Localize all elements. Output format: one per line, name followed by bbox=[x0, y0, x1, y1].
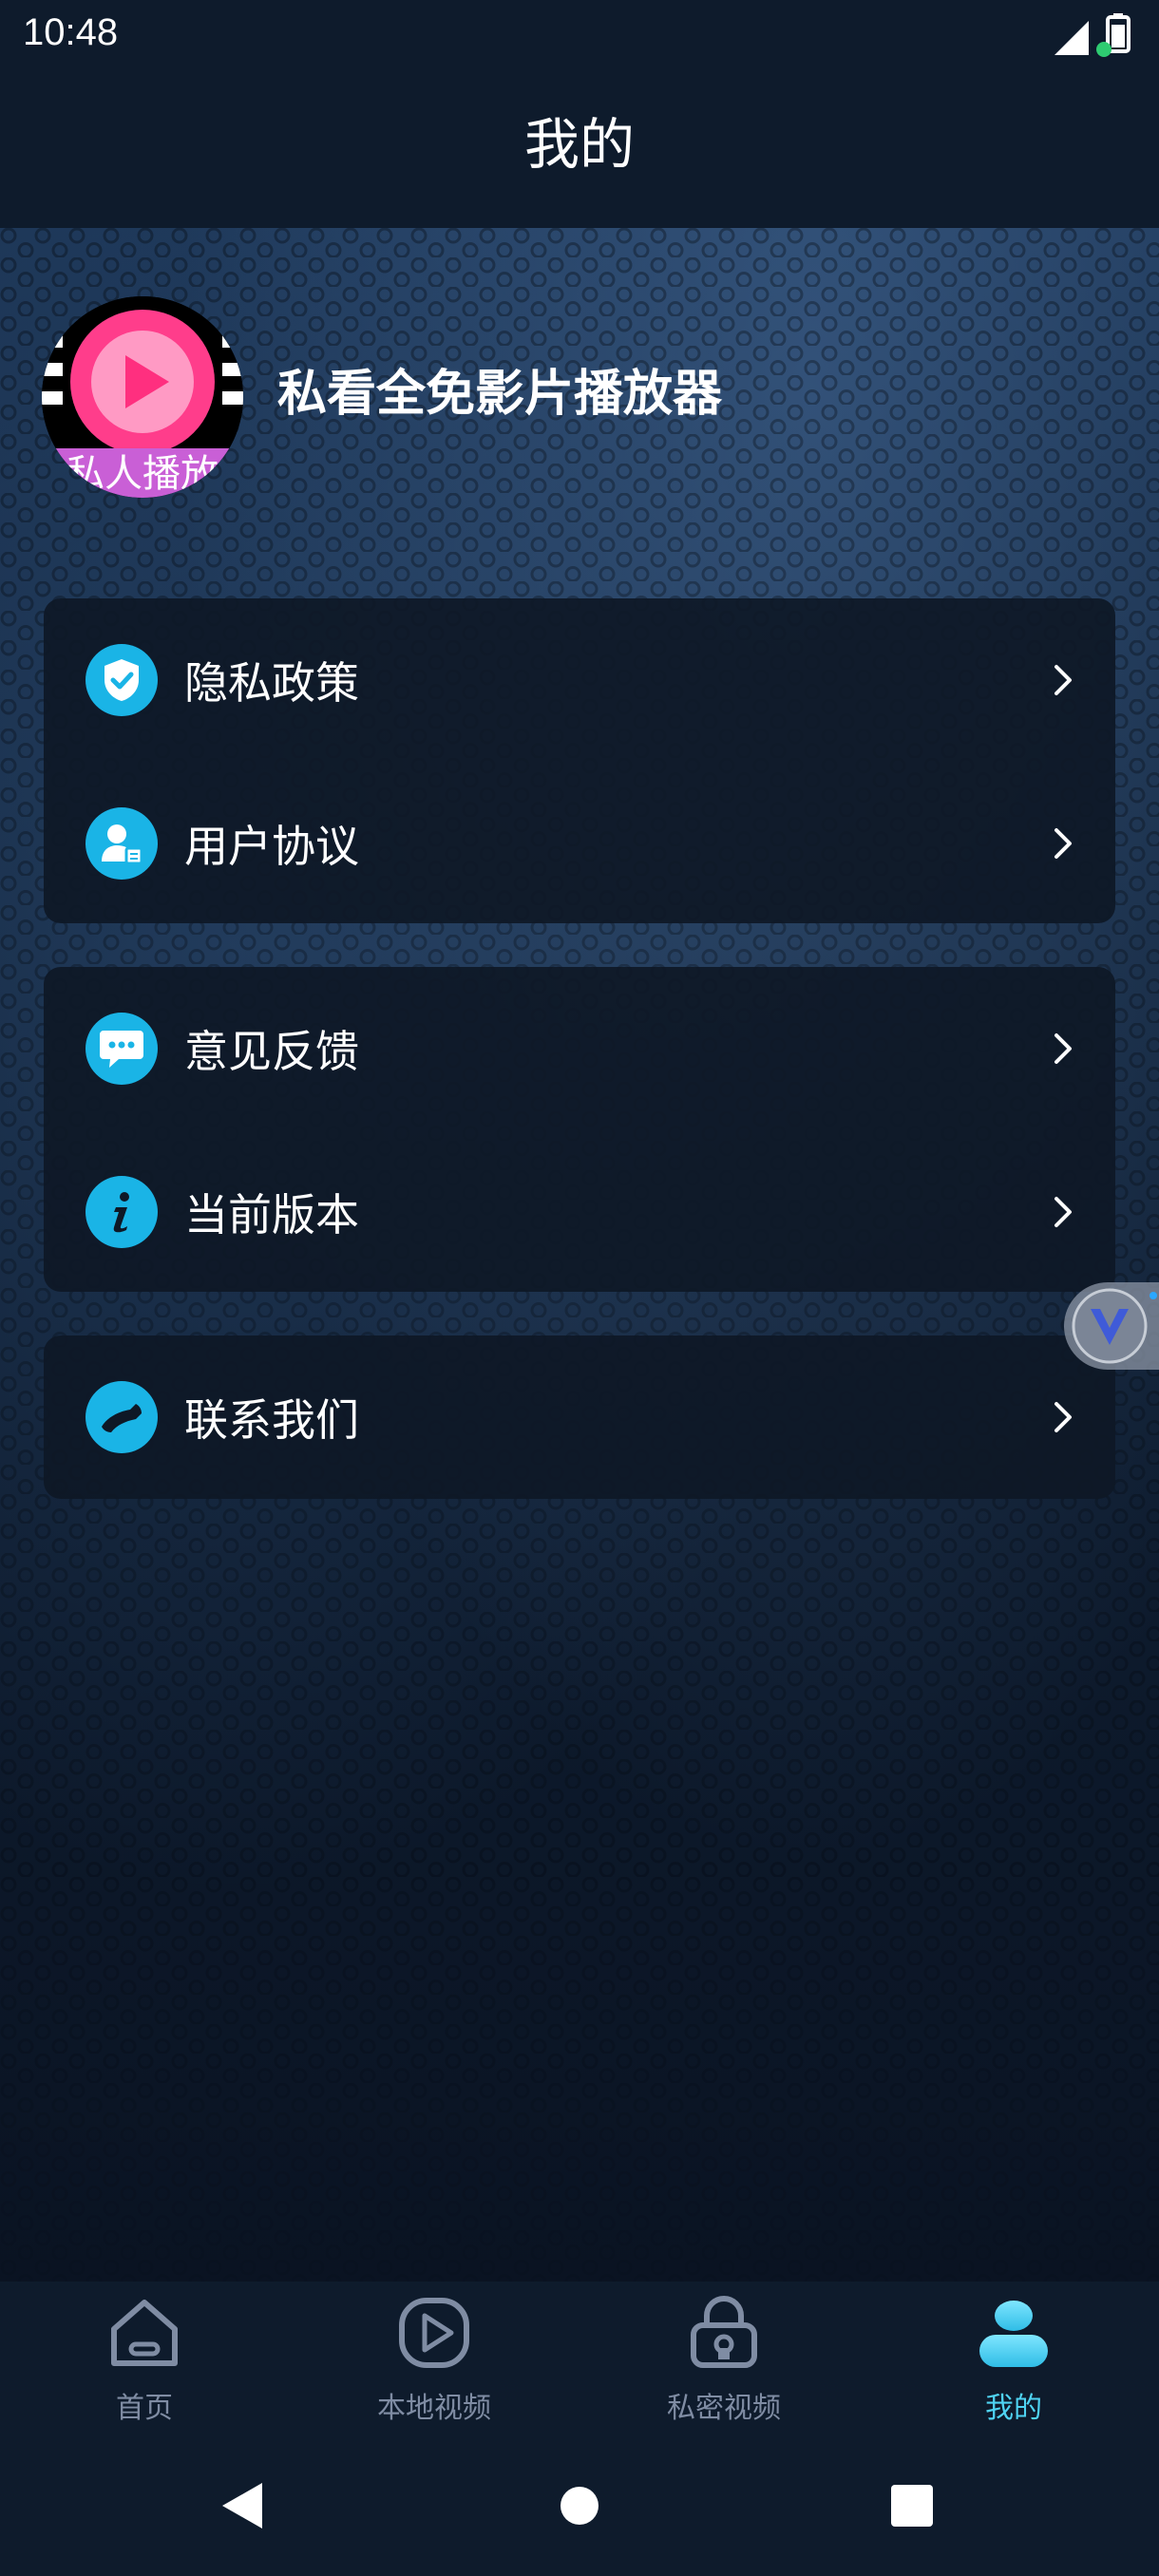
menu-item-label: 联系我们 bbox=[184, 1394, 359, 1446]
bottom-navigation: 首页 本地视频 私密视频 我的 bbox=[0, 2282, 1159, 2441]
nav-label: 首页 bbox=[116, 2392, 173, 2425]
menu-card-legal: 隐私政策 用户协议 bbox=[44, 598, 1115, 923]
nav-tab-home[interactable]: 首页 bbox=[49, 2295, 239, 2437]
nav-tab-local-video[interactable]: 本地视频 bbox=[339, 2295, 529, 2437]
chevron-right-icon bbox=[1054, 1197, 1072, 1227]
nav-label: 本地视频 bbox=[377, 2392, 491, 2425]
user-document-icon bbox=[86, 807, 158, 880]
v-logo-icon bbox=[1072, 1288, 1157, 1364]
menu-item-privacy-policy[interactable]: 隐私政策 bbox=[44, 598, 1115, 762]
menu-item-user-agreement[interactable]: 用户协议 bbox=[44, 762, 1115, 925]
app-logo-icon: 私人播放 bbox=[42, 296, 243, 498]
nav-tab-private-video[interactable]: 私密视频 bbox=[629, 2295, 819, 2437]
recents-square-icon[interactable] bbox=[889, 2483, 935, 2529]
chevron-right-icon bbox=[1054, 1033, 1072, 1064]
floating-assistant-button[interactable] bbox=[1064, 1282, 1159, 1370]
status-time: 10:48 bbox=[23, 11, 119, 53]
menu-card-contact: 联系我们 bbox=[44, 1335, 1115, 1499]
page-title: 我的 bbox=[523, 112, 635, 177]
phone-icon bbox=[86, 1381, 158, 1453]
chevron-right-icon bbox=[1054, 665, 1072, 695]
status-icons bbox=[1054, 13, 1130, 57]
menu-card-app: 意见反馈 当前版本 bbox=[44, 967, 1115, 1292]
chat-bubble-icon bbox=[86, 1013, 158, 1085]
app-avatar: 私人播放 bbox=[42, 296, 243, 498]
menu-item-label: 当前版本 bbox=[184, 1189, 359, 1241]
home-circle-icon[interactable] bbox=[559, 2485, 600, 2527]
signal-icon bbox=[1054, 21, 1089, 55]
info-icon bbox=[86, 1176, 158, 1248]
status-dot-icon bbox=[1096, 42, 1112, 57]
play-icon bbox=[399, 2298, 469, 2368]
person-icon bbox=[979, 2301, 1048, 2367]
top-bar: 10:48 我的 bbox=[0, 0, 1159, 228]
menu-item-label: 用户协议 bbox=[184, 821, 359, 872]
menu-item-feedback[interactable]: 意见反馈 bbox=[44, 967, 1115, 1130]
nav-label: 我的 bbox=[985, 2392, 1042, 2425]
lock-icon bbox=[691, 2296, 757, 2368]
back-icon[interactable] bbox=[218, 2479, 266, 2532]
system-navigation-bar bbox=[0, 2441, 1159, 2576]
home-icon bbox=[111, 2300, 178, 2366]
nav-label: 私密视频 bbox=[667, 2392, 781, 2425]
chevron-right-icon bbox=[1054, 1402, 1072, 1432]
chevron-right-icon bbox=[1054, 828, 1072, 859]
menu-item-label: 隐私政策 bbox=[184, 657, 359, 709]
nav-tab-mine[interactable]: 我的 bbox=[919, 2295, 1109, 2437]
app-name: 私看全免影片播放器 bbox=[277, 366, 723, 423]
menu-item-label: 意见反馈 bbox=[184, 1026, 359, 1077]
shield-check-icon bbox=[86, 644, 158, 716]
menu-item-contact-us[interactable]: 联系我们 bbox=[44, 1335, 1115, 1499]
menu-item-current-version[interactable]: 当前版本 bbox=[44, 1130, 1115, 1294]
